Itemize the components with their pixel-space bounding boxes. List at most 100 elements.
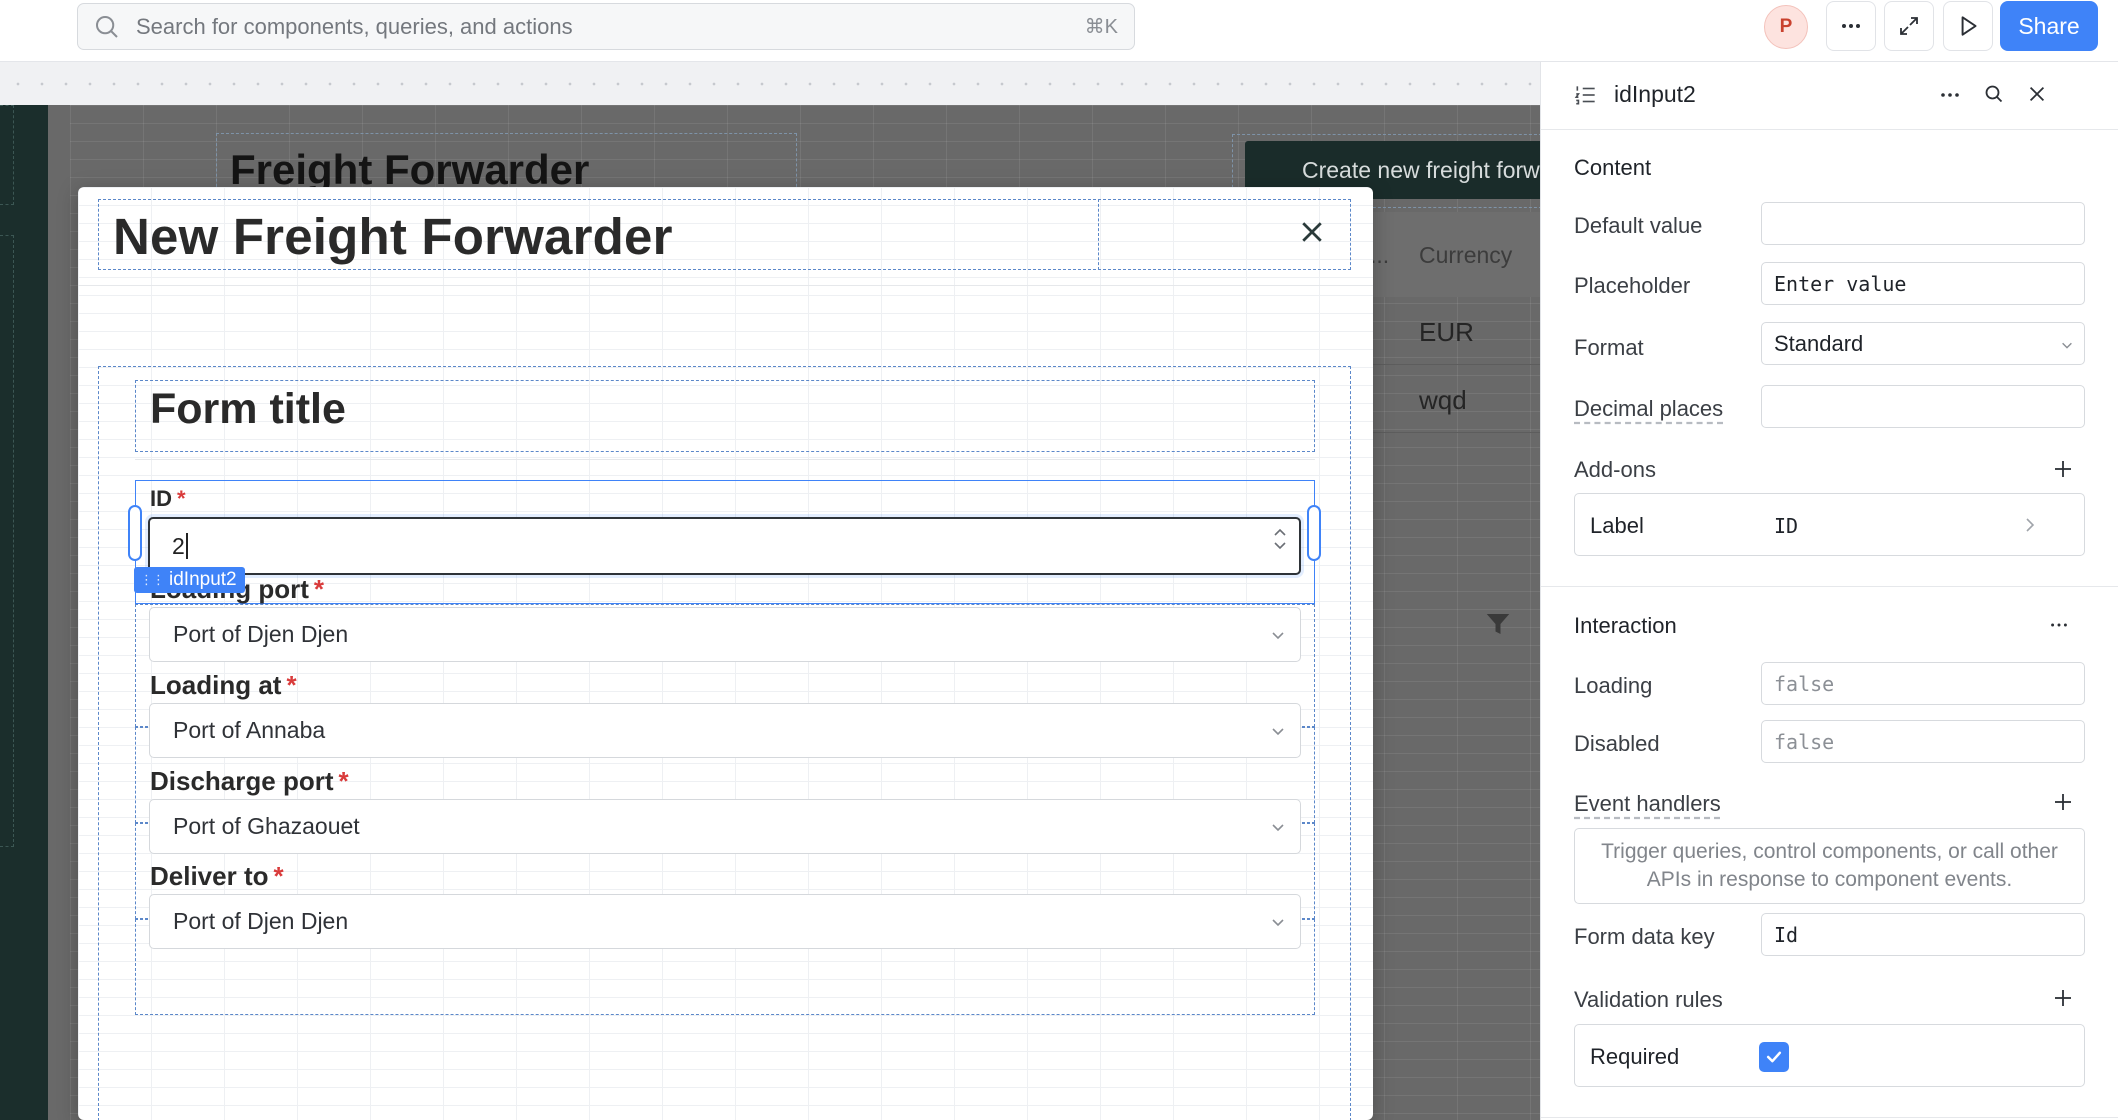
content-section-title: Content	[1574, 155, 1652, 180]
required-mark: *	[273, 861, 284, 891]
search-icon[interactable]	[1982, 82, 2006, 106]
disabled-field[interactable]: false	[1761, 720, 2085, 763]
id-number-input[interactable]: 2	[148, 517, 1301, 575]
add-validation-rule-plus-icon[interactable]	[2051, 986, 2075, 1010]
table-row[interactable]: EUR	[1370, 297, 1540, 365]
fullscreen-button[interactable]	[1884, 1, 1934, 51]
deliver-to-select[interactable]: Port of Djen Djen	[149, 894, 1301, 949]
resize-handle-left[interactable]	[128, 505, 142, 561]
sidebar-outline	[0, 105, 14, 205]
addon-label-row[interactable]: Label ID	[1574, 493, 2085, 556]
table-row[interactable]: wqd	[1370, 365, 1540, 433]
discharge-port-label: Discharge port *	[150, 766, 349, 797]
add-addon-plus-icon[interactable]	[2051, 457, 2075, 481]
id-input-value: 2	[172, 532, 185, 559]
expand-icon	[1900, 17, 1918, 35]
form-title[interactable]: Form title	[150, 385, 346, 434]
search-icon	[96, 15, 118, 38]
close-icon	[1302, 222, 1322, 242]
placeholder-label: Placeholder	[1574, 273, 1691, 298]
inspector-header: idInput2	[1541, 62, 2118, 130]
form-data-key-label: Form data key	[1574, 924, 1715, 949]
selected-component-tag[interactable]: ⋮⋮ idInput2	[134, 567, 245, 593]
loading-at-select[interactable]: Port of Annaba	[149, 703, 1301, 758]
required-rule-label: Required	[1590, 1044, 1680, 1069]
loading-at-label: Loading at *	[150, 670, 297, 701]
disabled-label: Disabled	[1574, 731, 1660, 756]
deliver-to-label-text: Deliver to	[150, 861, 269, 891]
required-mark: *	[286, 670, 297, 700]
component-name[interactable]: idInput2	[1614, 81, 1696, 108]
new-freight-forwarder-modal: New Freight Forwarder Form title ID* 2 L…	[78, 187, 1373, 1120]
placeholder-field[interactable]: Enter value	[1761, 262, 2085, 305]
chevron-down-icon	[2062, 342, 2072, 349]
form-data-key-field[interactable]: Id	[1761, 913, 2085, 956]
format-value: Standard	[1774, 330, 1864, 356]
decimal-places-field[interactable]	[1761, 385, 2085, 428]
checkmark-icon	[1766, 1051, 1782, 1063]
loading-field[interactable]: false	[1761, 662, 2085, 705]
add-ons-label: Add-ons	[1574, 457, 1656, 482]
chevron-down-icon	[1272, 632, 1284, 640]
required-mark: *	[313, 574, 324, 604]
search-placeholder: Search for components, queries, and acti…	[136, 13, 573, 39]
decimal-places-label: Decimal places	[1574, 396, 1724, 421]
default-value-field[interactable]	[1761, 202, 2085, 245]
filter-icon[interactable]	[1483, 609, 1513, 639]
top-bar: Search for components, queries, and acti…	[0, 0, 2118, 62]
drag-handle-icon[interactable]: ⋮⋮	[140, 572, 165, 588]
resize-handle-right[interactable]	[1307, 505, 1321, 561]
id-label-text: ID	[150, 486, 172, 511]
required-checkbox[interactable]	[1759, 1042, 1789, 1072]
addon-row-value: ID	[1774, 514, 1799, 538]
share-button[interactable]: Share	[2000, 1, 2098, 51]
more-horizontal-icon[interactable]	[1938, 83, 1962, 107]
loading-port-select[interactable]: Port of Djen Djen	[149, 607, 1301, 662]
canvas-dot-grid	[0, 62, 1540, 105]
discharge-port-value: Port of Ghazaouet	[173, 813, 360, 839]
loading-at-value: Port of Annaba	[173, 717, 326, 743]
validation-rules-label: Validation rules	[1574, 987, 1723, 1012]
loading-at-label-text: Loading at	[150, 670, 282, 700]
form-divider	[135, 459, 1315, 460]
chevron-down-icon	[1272, 728, 1284, 736]
interaction-section-title: Interaction	[1574, 613, 1677, 638]
event-handlers-hint: Trigger queries, control components, or …	[1574, 828, 2085, 904]
deliver-to-value: Port of Djen Djen	[173, 908, 349, 934]
discharge-port-label-text: Discharge port	[150, 766, 334, 796]
search-input[interactable]: Search for components, queries, and acti…	[77, 3, 1135, 50]
addon-row-key: Label	[1590, 513, 1644, 538]
chevron-up-icon[interactable]	[1273, 527, 1287, 537]
inspector-panel: idInput2 Content Default value Placehold…	[1540, 62, 2118, 1120]
table-cell: EUR	[1419, 317, 1474, 347]
sidebar-outline	[0, 235, 14, 847]
more-button[interactable]	[1826, 1, 1876, 51]
avatar[interactable]: P	[1764, 5, 1808, 49]
chevron-down-icon	[1272, 824, 1284, 832]
more-horizontal-icon[interactable]	[2048, 614, 2070, 636]
chevron-right-icon	[2026, 518, 2035, 532]
text-caret	[185, 533, 188, 559]
more-horizontal-icon	[1842, 24, 1860, 28]
preview-button[interactable]	[1943, 1, 1993, 51]
chevron-down-icon[interactable]	[1273, 541, 1287, 551]
modal-divider	[78, 285, 1373, 286]
chevron-down-icon	[1272, 919, 1284, 927]
play-icon	[1961, 16, 1977, 36]
freight-table[interactable]: ... Currency EUR wqd	[1370, 212, 1540, 757]
discharge-port-select[interactable]: Port of Ghazaouet	[149, 799, 1301, 854]
format-label: Format	[1574, 335, 1644, 360]
search-shortcut: ⌘K	[1084, 16, 1118, 38]
table-cell: wqd	[1419, 385, 1467, 415]
add-event-handler-plus-icon[interactable]	[2051, 790, 2075, 814]
close-icon[interactable]	[2026, 83, 2048, 105]
event-handlers-label: Event handlers	[1574, 791, 1721, 816]
number-stepper[interactable]	[1273, 527, 1287, 551]
id-label: ID *	[150, 486, 186, 512]
inspector-divider	[1541, 1117, 2118, 1118]
table-column-header[interactable]: Currency	[1419, 242, 1512, 269]
format-select[interactable]: Standard	[1761, 322, 2085, 365]
modal-close-button[interactable]	[1292, 212, 1332, 252]
default-value-label: Default value	[1574, 213, 1703, 238]
component-tag-label: idInput2	[169, 569, 237, 590]
